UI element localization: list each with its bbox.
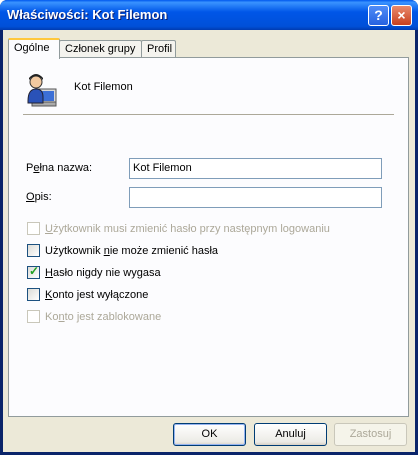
checkbox-label: Użytkownik nie może zmienić hasła <box>45 244 219 257</box>
help-icon: ? <box>374 7 383 23</box>
tab-label: Profil <box>147 43 173 55</box>
cannot-change-password-checkbox[interactable]: Użytkownik nie może zmienić hasła <box>27 243 218 258</box>
description-field[interactable] <box>129 187 382 208</box>
apply-button[interactable]: Zastosuj <box>334 423 407 446</box>
tab-profile[interactable]: Profil <box>141 40 176 58</box>
ok-button[interactable]: OK <box>173 423 246 446</box>
checkbox-box <box>27 222 40 235</box>
separator <box>23 114 394 115</box>
checkbox-label: Użytkownik musi zmienić hasło przy nastę… <box>45 222 330 235</box>
checkbox-label: Konto jest wyłączone <box>45 288 149 301</box>
full-name-field[interactable]: Kot Filemon <box>129 158 382 179</box>
checkbox-label: Konto jest zablokowane <box>45 310 162 323</box>
checkbox-box <box>27 288 40 301</box>
must-change-password-checkbox[interactable]: Użytkownik musi zmienić hasło przy nastę… <box>27 221 330 236</box>
checkbox-label: Hasło nigdy nie wygasa <box>45 266 161 279</box>
user-icon <box>27 74 57 107</box>
cancel-button[interactable]: Anuluj <box>254 423 327 446</box>
check-icon: ✓ <box>29 264 40 278</box>
checkbox-box: ✓ <box>27 264 40 279</box>
tab-group-membership[interactable]: Członek grupy <box>59 40 142 58</box>
close-icon: × <box>397 7 406 23</box>
dialog-body: Ogólne Członek grupy Profil Kot Filemon … <box>3 30 415 452</box>
properties-window: Właściwości: Kot Filemon ? × Ogólne Czło… <box>0 0 418 455</box>
account-disabled-checkbox[interactable]: Konto jest wyłączone <box>27 287 148 302</box>
title-bar[interactable]: Właściwości: Kot Filemon ? × <box>0 0 418 30</box>
password-never-expires-checkbox[interactable]: ✓ Hasło nigdy nie wygasa <box>27 264 161 280</box>
general-tab-panel: Kot Filemon Pełna nazwa: Kot Filemon Opi… <box>8 57 409 417</box>
description-label: Opis: <box>26 191 52 203</box>
checkbox-box <box>27 310 40 323</box>
checkbox-box <box>27 244 40 257</box>
close-button[interactable]: × <box>391 5 412 26</box>
help-button[interactable]: ? <box>368 5 389 26</box>
full-name-value: Kot Filemon <box>133 162 192 174</box>
account-locked-checkbox[interactable]: Konto jest zablokowane <box>27 309 161 324</box>
window-title: Właściwości: Kot Filemon <box>7 7 168 22</box>
tab-label: Członek grupy <box>65 43 136 55</box>
full-name-label: Pełna nazwa: <box>26 162 93 174</box>
user-name: Kot Filemon <box>74 81 133 93</box>
tab-label: Ogólne <box>14 42 50 54</box>
tab-general[interactable]: Ogólne <box>8 38 60 59</box>
